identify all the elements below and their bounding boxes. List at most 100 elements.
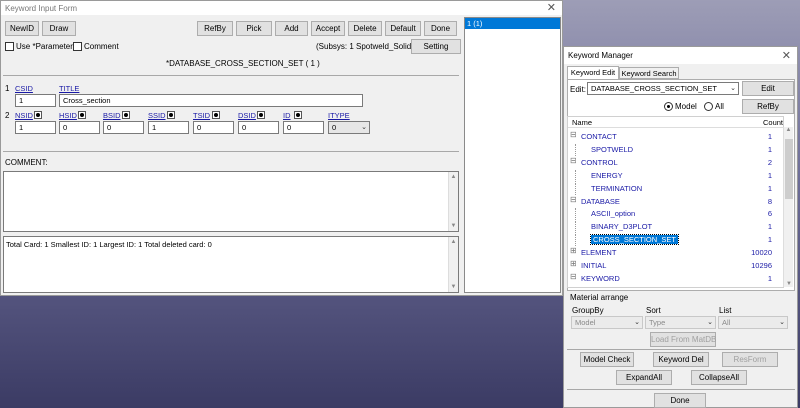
bsid-label[interactable]: BSID [103, 111, 121, 120]
model-radio[interactable] [664, 102, 673, 111]
sort-value: Type [649, 318, 666, 327]
accept-button[interactable]: Accept [311, 21, 345, 36]
add-button[interactable]: Add [275, 21, 308, 36]
scrollbar-thumb[interactable] [785, 139, 793, 199]
tree-item-count: 6 [767, 209, 772, 219]
tsid-field[interactable]: 0 [193, 121, 234, 134]
groupby-select[interactable]: Model ⌄ [571, 316, 643, 329]
itype-label[interactable]: ITYPE [328, 111, 350, 120]
title-label[interactable]: TITLE [59, 84, 79, 93]
newid-button[interactable]: NewID [5, 21, 39, 36]
edit-button[interactable]: Edit [742, 81, 794, 96]
tree-group[interactable]: ⊞ ELEMENT 10020 [568, 246, 783, 259]
tab-keyword-search[interactable]: Keyword Search [619, 67, 679, 79]
tree-item[interactable]: CROSS_SECTION_SET 1 [568, 234, 783, 247]
ssid-label[interactable]: SSID [148, 111, 166, 120]
tree-expander-icon[interactable]: ⊞ [570, 246, 577, 255]
csid-field[interactable]: 1 [15, 94, 56, 107]
model-check-button[interactable]: Model Check [580, 352, 634, 367]
id-list-panel[interactable]: 1 (1) [464, 17, 561, 293]
all-radio[interactable] [704, 102, 713, 111]
status-text: Total Card: 1 Smallest ID: 1 Largest ID:… [6, 240, 212, 249]
tree-expander-icon[interactable]: ⊟ [570, 195, 577, 204]
tree-item[interactable]: ENERGY 1 [568, 169, 783, 182]
tree-group[interactable]: ⊟ CONTACT 1 [568, 130, 783, 143]
tree-expander-icon[interactable]: ⊟ [570, 156, 577, 165]
delete-button[interactable]: Delete [348, 21, 382, 36]
tree-item-label: CONTROL [581, 157, 618, 167]
use-parameter-checkbox[interactable] [5, 42, 14, 51]
close-icon[interactable]: ✕ [782, 49, 791, 62]
id-field[interactable]: 0 [283, 121, 324, 134]
setting-button[interactable]: Setting [411, 39, 461, 54]
tree-scrollbar[interactable]: ▲ ▼ [783, 127, 793, 287]
km-title: Keyword Manager [568, 51, 633, 60]
use-parameter-label: Use *Parameter [16, 42, 73, 51]
tree-item-count: 10020 [751, 248, 772, 258]
pick-button[interactable]: Pick [236, 21, 272, 36]
col-name-header[interactable]: Name [572, 118, 592, 127]
km-done-button[interactable]: Done [654, 393, 706, 408]
tsid-pick-icon[interactable] [212, 111, 220, 119]
tree-group[interactable]: ⊟ CONTROL 2 [568, 156, 783, 169]
resform-button[interactable]: ResForm [722, 352, 778, 367]
csid-label[interactable]: CSID [15, 84, 33, 93]
hsid-field[interactable]: 0 [59, 121, 100, 134]
comment-label: Comment [84, 42, 119, 51]
tree-group[interactable]: ⊞ INITIAL 10296 [568, 259, 783, 272]
hsid-pick-icon[interactable] [78, 111, 86, 119]
tree-expander-icon[interactable]: ⊞ [570, 259, 577, 268]
tree-item[interactable]: TERMINATION 1 [568, 182, 783, 195]
edit-label: Edit: [570, 85, 587, 94]
keyword-del-button[interactable]: Keyword Del [653, 352, 709, 367]
comment-checkbox[interactable] [73, 42, 82, 51]
ssid-field[interactable]: 1 [148, 121, 189, 134]
refby-button[interactable]: RefBy [197, 21, 233, 36]
done-button[interactable]: Done [424, 21, 457, 36]
bsid-field[interactable]: 0 [103, 121, 144, 134]
card1-number: 1 [5, 84, 10, 93]
nsid-label[interactable]: NSID [15, 111, 33, 120]
id-label[interactable]: ID [283, 111, 291, 120]
tsid-label[interactable]: TSID [193, 111, 210, 120]
tree-item[interactable]: SPOTWELD 1 [568, 143, 783, 156]
itype-select[interactable]: 0 ⌄ [328, 121, 370, 134]
keyword-select[interactable]: DATABASE_CROSS_SECTION_SET ⌄ [587, 82, 739, 95]
refby-button[interactable]: RefBy [742, 99, 794, 114]
tree-expander-icon[interactable]: ⊟ [570, 272, 577, 281]
keyword-title: *DATABASE_CROSS_SECTION_SET ( 1 ) [166, 59, 320, 68]
comment-textarea[interactable]: ▲ ▼ [3, 171, 459, 232]
title-field[interactable]: Cross_section [59, 94, 363, 107]
collapseall-button[interactable]: CollapseAll [691, 370, 747, 385]
ssid-pick-icon[interactable] [167, 111, 175, 119]
tab-keyword-edit[interactable]: Keyword Edit [567, 66, 619, 79]
tree-item-count: 10296 [751, 261, 772, 270]
status-scrollbar[interactable]: ▲ ▼ [448, 237, 458, 292]
km-titlebar: Keyword Manager ✕ [564, 47, 797, 64]
list-select[interactable]: All ⌄ [718, 316, 788, 329]
load-from-matdb-button[interactable]: Load From MatDB [650, 332, 716, 347]
tree-item[interactable]: ASCII_option 6 [568, 208, 783, 221]
tree-group[interactable]: ⊟ DATABASE 8 [568, 195, 783, 208]
sort-select[interactable]: Type ⌄ [645, 316, 716, 329]
tree-expander-icon[interactable]: ⊟ [570, 130, 577, 139]
list-item[interactable]: 1 (1) [465, 18, 560, 29]
bsid-pick-icon[interactable] [122, 111, 130, 119]
hsid-label[interactable]: HSID [59, 111, 77, 120]
col-count-header[interactable]: Count [763, 118, 783, 127]
nsid-field[interactable]: 1 [15, 121, 56, 134]
tree-item[interactable]: BINARY_D3PLOT 1 [568, 221, 783, 234]
dsid-label[interactable]: DSID [238, 111, 256, 120]
id-pick-icon[interactable] [294, 111, 302, 119]
dsid-pick-icon[interactable] [257, 111, 265, 119]
dsid-field[interactable]: 0 [238, 121, 279, 134]
default-button[interactable]: Default [385, 21, 421, 36]
comment-scrollbar[interactable]: ▲ ▼ [448, 172, 458, 231]
nsid-pick-icon[interactable] [34, 111, 42, 119]
comment-section-label: COMMENT: [5, 158, 48, 167]
expandall-button[interactable]: ExpandAll [616, 370, 672, 385]
tree-group[interactable]: ⊟ KEYWORD 1 [568, 272, 783, 285]
draw-button[interactable]: Draw [42, 21, 76, 36]
close-icon[interactable]: ✕ [547, 1, 556, 14]
tree-item-count: 1 [767, 222, 772, 232]
